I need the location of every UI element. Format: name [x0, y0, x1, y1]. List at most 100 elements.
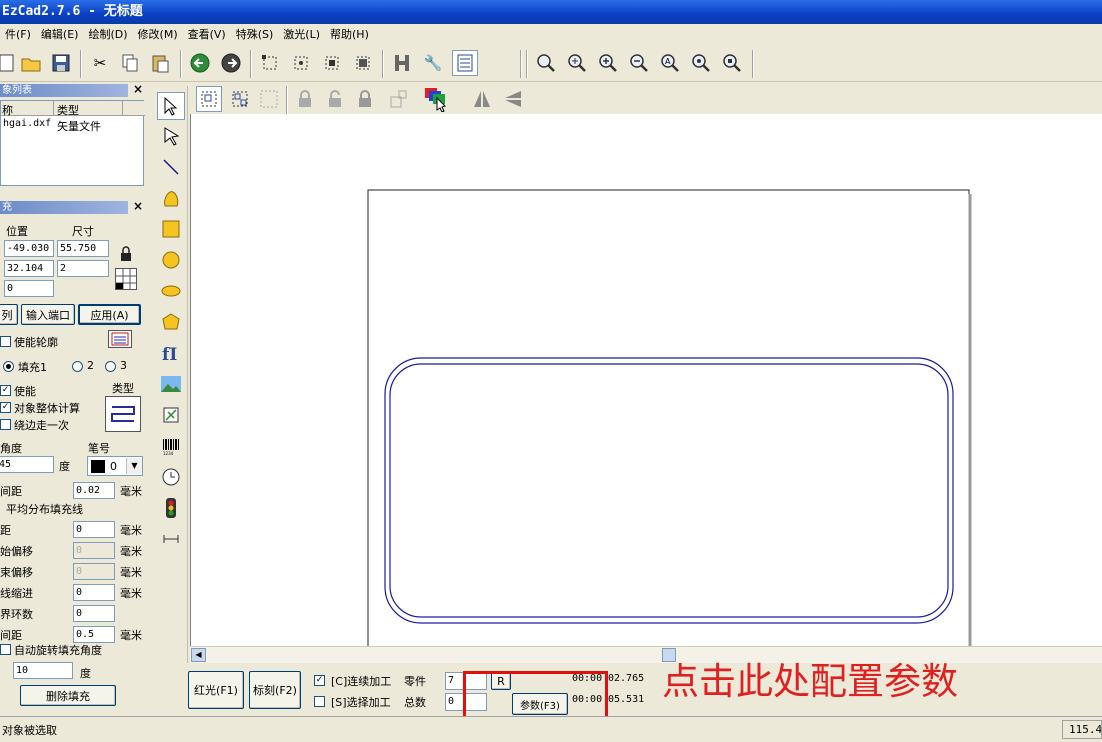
- lock-object-icon[interactable]: [292, 86, 318, 112]
- menu-help[interactable]: 帮助(H): [325, 24, 374, 46]
- back-arrow-icon[interactable]: [187, 50, 213, 76]
- zoom-out-icon[interactable]: [626, 50, 652, 76]
- anchor-grid-icon[interactable]: [115, 268, 137, 290]
- paste-icon[interactable]: [147, 50, 173, 76]
- fill2-radio[interactable]: [72, 361, 83, 372]
- fill1-label: 填充1: [18, 361, 47, 374]
- menu-file[interactable]: 件(F): [0, 24, 36, 46]
- column-name[interactable]: 称: [2, 102, 13, 118]
- fill1-radio[interactable]: [3, 361, 14, 372]
- fill-type-icon[interactable]: [105, 396, 141, 432]
- node-delete-icon[interactable]: [350, 50, 376, 76]
- barcode-icon[interactable]: 1234: [157, 432, 185, 460]
- vector-file-icon[interactable]: [157, 401, 185, 429]
- scroll-left-icon[interactable]: ◀: [191, 648, 206, 662]
- x-field[interactable]: -49.030: [4, 240, 54, 257]
- z-field[interactable]: 0: [4, 280, 54, 297]
- chevron-down-icon[interactable]: ▼: [126, 458, 142, 474]
- tools-icon[interactable]: 🔧: [420, 50, 446, 76]
- extend-axis-icon[interactable]: [157, 525, 185, 553]
- menu-modify[interactable]: 修改(M): [133, 24, 183, 46]
- input-port-button[interactable]: 输入端口: [21, 304, 75, 325]
- apply-button[interactable]: 应用(A): [78, 304, 141, 325]
- select-arrow-icon[interactable]: [157, 92, 185, 120]
- new-file-icon[interactable]: [0, 50, 20, 76]
- zoom-all-icon[interactable]: A: [657, 50, 683, 76]
- group-icon[interactable]: [196, 86, 222, 112]
- mirror-horizontal-icon[interactable]: [469, 86, 495, 112]
- open-folder-icon[interactable]: [18, 50, 44, 76]
- auto-rotate-checkbox[interactable]: [0, 644, 11, 655]
- properties-icon[interactable]: [452, 50, 478, 76]
- menu-special[interactable]: 特殊(S): [231, 24, 279, 46]
- hatch-icon[interactable]: [389, 50, 415, 76]
- width-field[interactable]: 55.750: [57, 240, 109, 257]
- table-row[interactable]: hgai.dxf 矢量文件: [1, 118, 143, 133]
- pen-select[interactable]: 0 ▼: [87, 456, 143, 476]
- zoom-window-icon[interactable]: [564, 50, 590, 76]
- polygon-icon[interactable]: [157, 308, 185, 336]
- grid-group-icon[interactable]: [256, 86, 282, 112]
- property-title: 充: [0, 201, 128, 214]
- enable-checkbox[interactable]: ✓: [0, 385, 11, 396]
- outline-color-icon[interactable]: [108, 330, 132, 348]
- mirror-vertical-icon[interactable]: [500, 86, 526, 112]
- circle-icon[interactable]: [157, 246, 185, 274]
- node-edit-icon[interactable]: [257, 50, 283, 76]
- column-type[interactable]: 类型: [57, 102, 79, 118]
- position-icon[interactable]: [386, 86, 412, 112]
- edge-once-checkbox[interactable]: [0, 419, 11, 430]
- height-field[interactable]: 2: [57, 260, 109, 277]
- array-button[interactable]: 列: [0, 304, 18, 325]
- enable-outline-checkbox[interactable]: [0, 336, 11, 347]
- select-process-checkbox[interactable]: [314, 696, 325, 707]
- ellipse-icon[interactable]: [157, 277, 185, 305]
- mark-button[interactable]: 标刻(F2): [249, 671, 301, 709]
- menu-draw[interactable]: 绘制(D): [83, 24, 132, 46]
- layer-color-icon[interactable]: [423, 86, 449, 112]
- close-icon[interactable]: ×: [133, 199, 143, 213]
- continuous-checkbox[interactable]: ✓: [314, 675, 325, 686]
- rectangle-icon[interactable]: [157, 215, 185, 243]
- fill3-radio[interactable]: [105, 361, 116, 372]
- object-list: 称 类型 hgai.dxf 矢量文件: [0, 100, 145, 186]
- timer-icon[interactable]: [157, 463, 185, 491]
- zoom-in-icon[interactable]: [595, 50, 621, 76]
- line-icon[interactable]: [157, 153, 185, 181]
- line-reduce-field[interactable]: 0: [73, 584, 115, 601]
- menu-laser[interactable]: 激光(L): [278, 24, 325, 46]
- node-arrow-icon[interactable]: [157, 122, 185, 150]
- angle-field[interactable]: 45: [0, 456, 54, 473]
- node-add-icon[interactable]: [319, 50, 345, 76]
- menu-view[interactable]: 查看(V): [183, 24, 231, 46]
- zoom-icon[interactable]: [533, 50, 559, 76]
- text-icon[interactable]: fI: [157, 339, 185, 367]
- node-select-icon[interactable]: [288, 50, 314, 76]
- curve-icon[interactable]: [157, 184, 185, 212]
- forward-arrow-icon[interactable]: [218, 50, 244, 76]
- bitmap-icon[interactable]: [157, 370, 185, 398]
- y-field[interactable]: 32.104: [4, 260, 54, 277]
- whole-calc-checkbox[interactable]: ✓: [0, 402, 11, 413]
- cut-icon[interactable]: ✂: [87, 50, 113, 76]
- horizontal-scrollbar[interactable]: ◀: [190, 646, 1102, 663]
- save-icon[interactable]: [48, 50, 74, 76]
- ungroup-icon[interactable]: [227, 86, 253, 112]
- spacing-field[interactable]: 0.02: [73, 482, 115, 499]
- copy-icon[interactable]: [117, 50, 143, 76]
- zoom-grid-icon[interactable]: [688, 50, 714, 76]
- lock-icon[interactable]: [115, 244, 137, 264]
- unlock-object-icon[interactable]: [322, 86, 348, 112]
- io-signal-icon[interactable]: [157, 494, 185, 522]
- red-light-button[interactable]: 红光(F1): [188, 671, 244, 709]
- margin-field[interactable]: 0: [73, 521, 115, 538]
- auto-rotate-field[interactable]: 10: [13, 662, 73, 679]
- delete-fill-button[interactable]: 删除填充: [20, 685, 116, 706]
- close-icon[interactable]: ×: [133, 82, 143, 96]
- border-loop-field[interactable]: 0: [73, 605, 115, 622]
- unlock-all-icon[interactable]: [352, 86, 378, 112]
- drawing-canvas[interactable]: [190, 114, 1102, 651]
- zoom-selected-icon[interactable]: [719, 50, 745, 76]
- border-spacing-field[interactable]: 0.5: [73, 626, 115, 643]
- menu-edit[interactable]: 编辑(E): [36, 24, 84, 46]
